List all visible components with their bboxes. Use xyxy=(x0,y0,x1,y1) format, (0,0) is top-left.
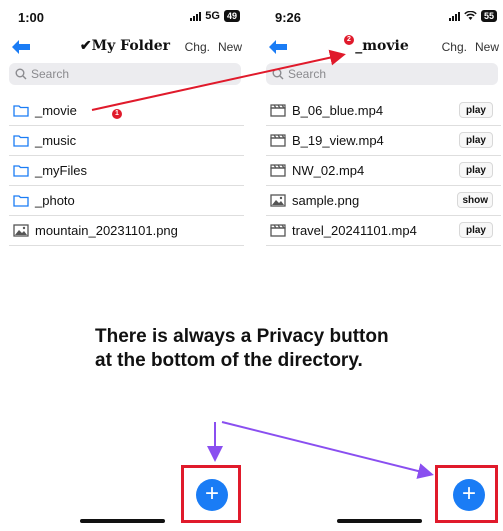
purple-arrow-right xyxy=(221,421,434,479)
annotation-arrows xyxy=(91,49,434,479)
red-arrow xyxy=(91,49,346,111)
step-badge-1: 1 xyxy=(112,109,122,119)
privacy-add-button[interactable]: + xyxy=(196,479,228,511)
step-badge-2: 2 xyxy=(344,35,354,45)
privacy-add-button[interactable]: + xyxy=(453,479,485,511)
